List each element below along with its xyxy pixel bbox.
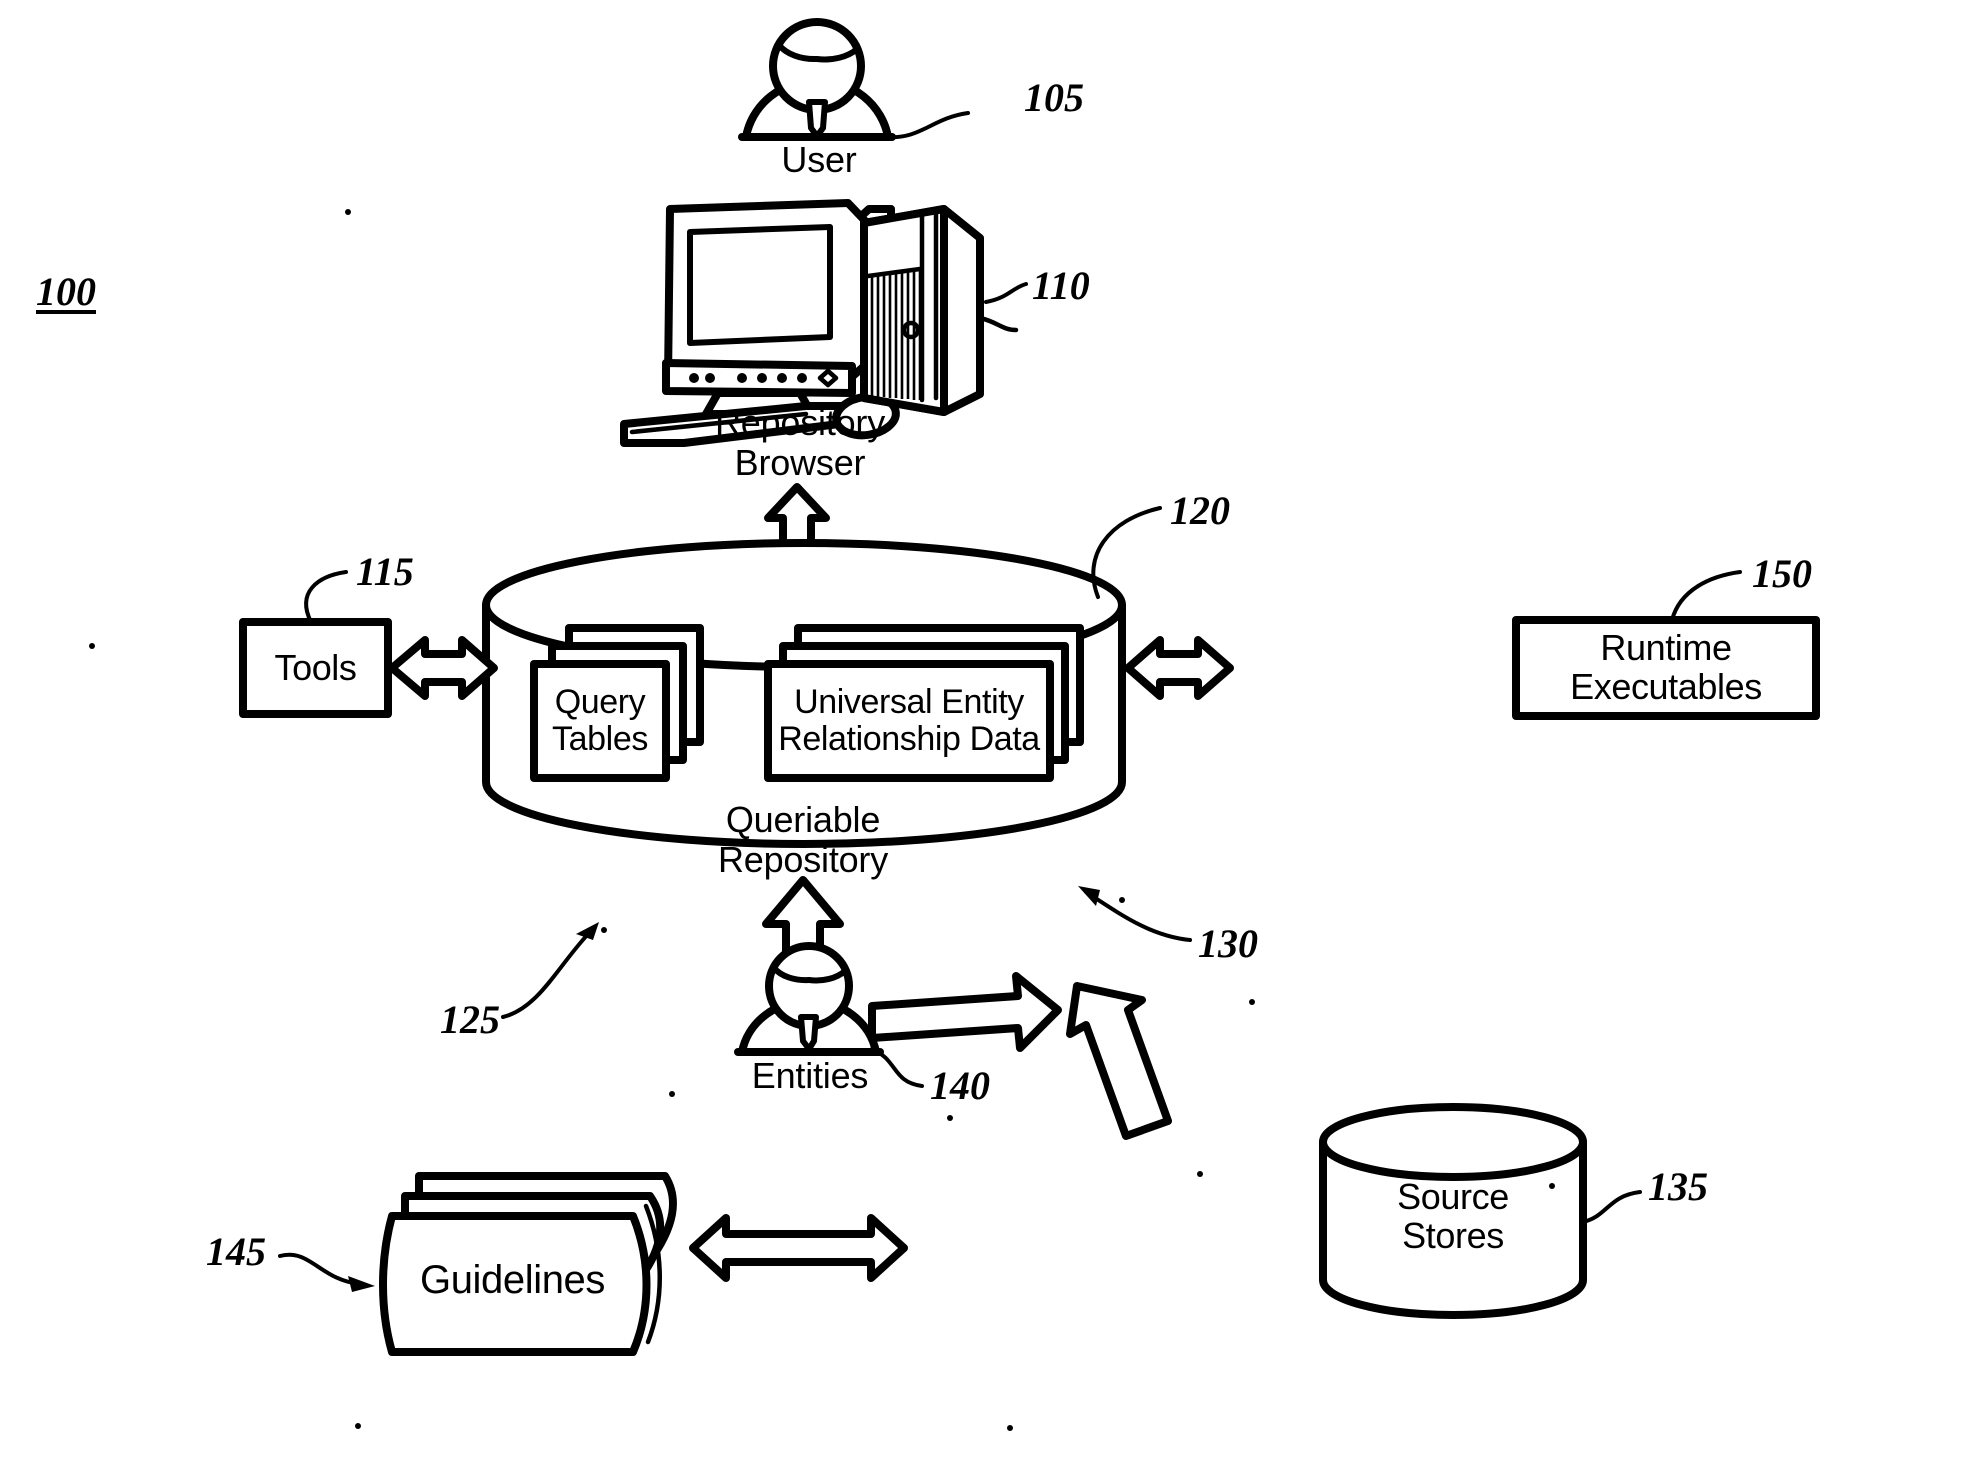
ref-125: 125 [440,997,500,1042]
entities-label: Entities [751,1055,869,1096]
leader-150 [1670,570,1742,622]
ref-145: 145 [206,1229,266,1274]
ref-120: 120 [1170,488,1230,533]
arrow-guidelines-entities [689,1214,908,1282]
guidelines-label: Guidelines [419,1258,605,1303]
person-icon-user [738,18,896,141]
uer-data-label: Universal Entity Relationship Data [778,683,1040,758]
leader-110 [984,282,1028,304]
leader-115 [304,570,348,624]
leader-135 [1581,1190,1642,1224]
arrow-tools-repository [388,636,498,700]
leader-130 [1078,886,1192,942]
query-tables-label: Query Tables [552,683,648,758]
ref-105: 105 [1024,75,1084,120]
ref-150: 150 [1752,551,1812,596]
user-label: User [781,139,857,180]
ref-135: 135 [1648,1164,1708,1209]
person-icon-entities [734,942,884,1056]
source-stores-label: Source Stores [1397,1176,1509,1256]
leader-145 [278,1252,375,1292]
repository-browser-label: Repository Browser [714,402,886,484]
arrow-repository-runtime [1124,636,1234,700]
queriable-repository-label: Queriable Repository [717,799,889,881]
runtime-executables-label[interactable]: Runtime Executables [1516,620,1816,716]
ref-110: 110 [1032,263,1090,308]
ref-115: 115 [356,549,414,594]
ref-130: 130 [1198,921,1258,966]
arrow-sourcestores-repository [1066,982,1172,1140]
patent-figure-canvas: .st { fill:none; stroke:#000; stroke-wid… [0,0,1964,1467]
leader-105 [884,111,970,140]
tools-label[interactable]: Tools [243,622,388,714]
ref-140: 140 [930,1063,990,1108]
arrow-entities-sourcestores [868,972,1062,1052]
figure-number: 100 [36,269,96,314]
leader-125 [501,922,599,1019]
